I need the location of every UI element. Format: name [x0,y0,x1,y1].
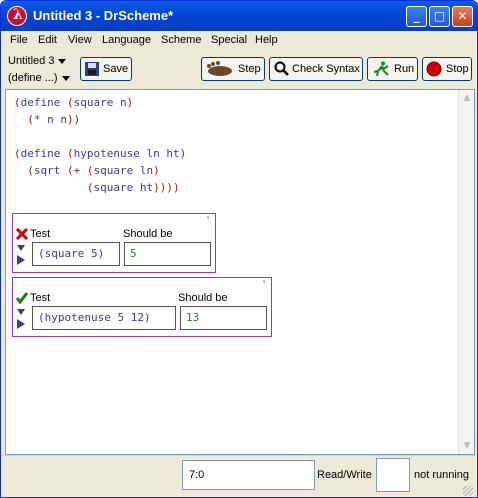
status-bar: 7:0 Read/Write not running [1,455,477,497]
scroll-up-icon[interactable]: ▲ [461,92,473,104]
test-case-box[interactable]: Test Should be ' (hypotenuse 5 12) 13 [12,277,272,337]
menu-bar: File Edit View Language Scheme Special H… [1,31,477,51]
test-expression-field[interactable]: (hypotenuse 5 12) [32,306,176,330]
save-button[interactable]: Save [80,57,132,81]
check-syntax-button[interactable]: Check Syntax [269,57,363,81]
test-expression-field[interactable]: (square 5) [32,242,120,266]
file-dropdown[interactable]: Untitled 3 [8,55,67,67]
save-label: Save [103,63,129,75]
footprint-icon [207,61,232,76]
code-line: (sqrt (+ (square ln) [27,164,160,177]
close-button[interactable]: ✕ [452,6,473,27]
minimize-button[interactable]: _ [406,6,427,27]
code-line: (define (hypotenuse ln ht) [14,147,187,160]
should-be-label: Should be [178,292,228,304]
step-button[interactable]: Step [201,57,265,81]
code-line: (square ht)))) [86,181,180,194]
menu-scheme[interactable]: Scheme [161,34,201,46]
expected-value-field[interactable]: 13 [180,306,267,330]
test-quote-mark: ' [263,279,266,291]
menu-file[interactable]: File [10,34,28,46]
activity-indicator [376,458,410,492]
drscheme-window: Untitled 3 - DrScheme* _ □ ✕ File Edit V… [0,0,478,498]
should-be-label: Should be [123,228,173,240]
resize-grip-icon[interactable] [463,486,473,496]
cursor-position: 7:0 [189,469,205,481]
fail-x-icon [16,228,28,240]
test-label: Test [30,228,51,240]
chevron-down-icon [61,75,70,81]
stop-sign-icon [426,61,442,77]
stop-button[interactable]: Stop [422,57,472,81]
step-label: Step [238,63,261,75]
test-quote-mark: ' [207,215,210,227]
check-syntax-label: Check Syntax [292,63,360,75]
floppy-disk-icon [85,62,99,76]
test-label: Test [30,292,51,304]
menu-help[interactable]: Help [255,34,278,46]
running-man-icon [373,61,389,77]
chevron-down-icon [58,58,67,64]
file-dropdown-label: Untitled 3 [8,55,55,67]
window-title: Untitled 3 - DrScheme* [33,8,174,23]
read-write-status: Read/Write [317,469,372,481]
menu-view[interactable]: View [68,34,92,46]
title-bar: Untitled 3 - DrScheme* _ □ ✕ [1,1,477,31]
code-line: (* n n)) [27,113,81,126]
run-label: Run [394,63,415,75]
define-dropdown-label: (define ...) [8,72,58,84]
pass-check-icon [16,292,28,304]
cursor-position-box: 7:0 [182,460,315,490]
menu-special[interactable]: Special [211,34,247,46]
vertical-scrollbar[interactable]: ▲ ▼ [458,90,474,454]
drscheme-logo-icon [7,6,27,26]
toolbar: Untitled 3 (define ...) Save Step Check … [1,51,477,89]
collapse-triangle-icon[interactable] [16,244,26,266]
collapse-triangle-icon[interactable] [16,308,26,330]
scroll-down-icon[interactable]: ▼ [461,440,473,452]
stop-label: Stop [446,63,469,75]
menu-language[interactable]: Language [102,34,151,46]
code-line: (define (square n) [14,96,134,109]
define-dropdown[interactable]: (define ...) [8,72,70,84]
menu-edit[interactable]: Edit [38,34,57,46]
expected-value-field[interactable]: 5 [124,242,211,266]
magnifier-icon [274,61,289,76]
definitions-editor[interactable]: (define (square n) (* n n)) (define (hyp… [5,89,475,455]
maximize-button[interactable]: □ [429,6,450,27]
test-case-box[interactable]: Test Should be ' (square 5) 5 [12,213,216,273]
run-button[interactable]: Run [367,57,418,81]
running-status: not running [414,469,470,481]
